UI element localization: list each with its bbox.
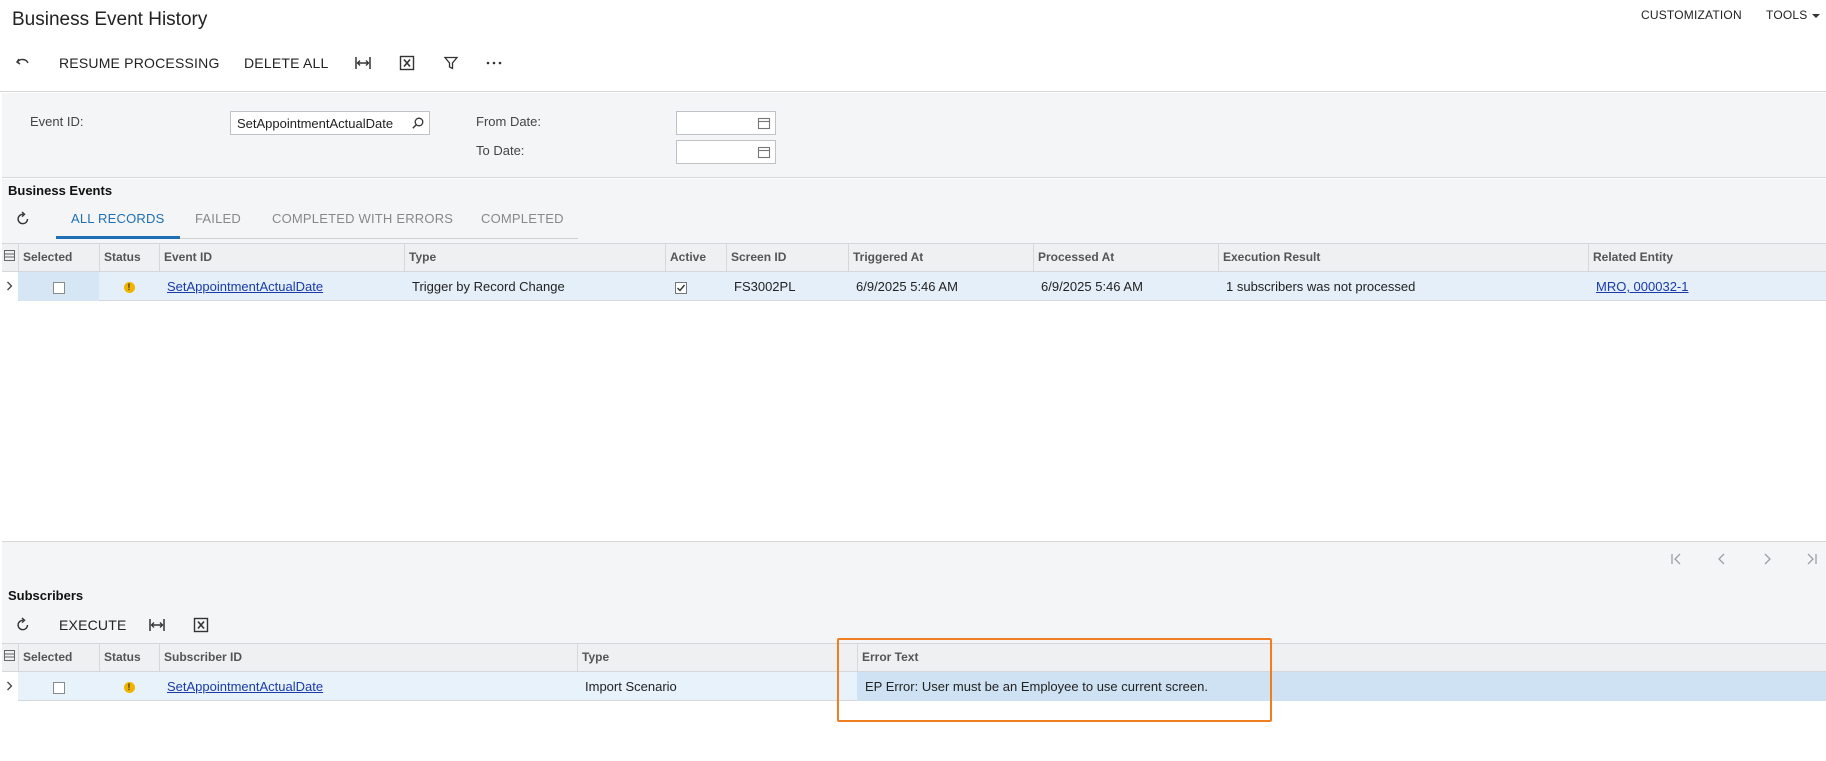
filter-panel: Event ID: SetAppointmentActualDate From … bbox=[2, 93, 1826, 178]
active-checkbox bbox=[665, 272, 726, 301]
execute-button[interactable]: EXECUTE bbox=[59, 617, 127, 633]
triggered-at: 6/9/2025 5:46 AM bbox=[856, 279, 958, 294]
more-options-icon[interactable] bbox=[484, 53, 504, 73]
next-page-icon[interactable] bbox=[1760, 552, 1774, 571]
execution-result: 1 subscribers was not processed bbox=[1226, 279, 1416, 294]
resume-processing-button[interactable]: RESUME PROCESSING bbox=[59, 55, 220, 71]
row-settings-icon[interactable] bbox=[2, 644, 18, 671]
to-date-field[interactable] bbox=[676, 140, 776, 164]
row-select-checkbox[interactable] bbox=[18, 672, 99, 701]
event-id-label: Event ID: bbox=[30, 114, 84, 129]
fit-columns-icon[interactable] bbox=[353, 53, 373, 73]
col-status[interactable]: Status bbox=[99, 644, 159, 671]
col-screen-id[interactable]: Screen ID bbox=[726, 244, 848, 271]
excel-export-icon[interactable] bbox=[191, 615, 211, 635]
col-event-id[interactable]: Event ID bbox=[159, 244, 404, 271]
calendar-icon[interactable] bbox=[757, 145, 771, 162]
subscribers-section bbox=[2, 578, 1826, 643]
delete-all-button[interactable]: DELETE ALL bbox=[244, 55, 329, 71]
subscriber-type: Import Scenario bbox=[585, 679, 677, 694]
table-row[interactable]: ! SetAppointmentActualDate Trigger by Re… bbox=[2, 272, 1826, 301]
pager-bar bbox=[2, 541, 1826, 578]
col-selected[interactable]: Selected bbox=[18, 244, 99, 271]
subscribers-title: Subscribers bbox=[8, 588, 84, 603]
to-date-label: To Date: bbox=[476, 143, 525, 158]
refresh-icon[interactable] bbox=[13, 615, 33, 635]
business-events-title: Business Events bbox=[8, 183, 113, 198]
subscriber-id-link[interactable]: SetAppointmentActualDate bbox=[159, 672, 323, 701]
filter-icon[interactable] bbox=[441, 53, 461, 73]
related-entity-link[interactable]: MRO, 000032-1 bbox=[1588, 272, 1689, 301]
tab-completed-with-errors[interactable]: COMPLETED WITH ERRORS bbox=[272, 211, 453, 226]
col-type[interactable]: Type bbox=[404, 244, 665, 271]
refresh-icon[interactable] bbox=[13, 209, 33, 229]
col-processed-at[interactable]: Processed At bbox=[1033, 244, 1218, 271]
col-execution-result[interactable]: Execution Result bbox=[1218, 244, 1588, 271]
col-status[interactable]: Status bbox=[99, 244, 159, 271]
col-active[interactable]: Active bbox=[665, 244, 726, 271]
tab-failed[interactable]: FAILED bbox=[195, 211, 241, 226]
warning-icon: ! bbox=[99, 272, 159, 301]
active-tab-indicator bbox=[56, 236, 180, 239]
col-type[interactable]: Type bbox=[577, 644, 857, 671]
screen-id: FS3002PL bbox=[734, 279, 796, 294]
event-type: Trigger by Record Change bbox=[412, 279, 565, 294]
col-triggered-at[interactable]: Triggered At bbox=[848, 244, 1033, 271]
excel-export-icon[interactable] bbox=[397, 53, 417, 73]
tab-completed[interactable]: COMPLETED bbox=[481, 211, 564, 226]
tools-label: TOOLS bbox=[1766, 8, 1808, 22]
grid-header: Selected Status Event ID Type Active Scr… bbox=[2, 243, 1826, 272]
last-page-icon[interactable] bbox=[1804, 552, 1818, 571]
event-id-field[interactable]: SetAppointmentActualDate bbox=[230, 111, 430, 135]
page-header: Business Event History CUSTOMIZATION TOO… bbox=[0, 0, 1826, 92]
tools-menu[interactable]: TOOLS bbox=[1766, 8, 1821, 22]
event-id-link[interactable]: SetAppointmentActualDate bbox=[159, 272, 323, 301]
search-icon[interactable] bbox=[411, 116, 425, 133]
business-events-grid: Selected Status Event ID Type Active Scr… bbox=[2, 243, 1826, 541]
processed-at: 6/9/2025 5:46 AM bbox=[1041, 279, 1143, 294]
undo-icon[interactable] bbox=[13, 53, 33, 73]
error-highlight-box bbox=[837, 638, 1272, 722]
tab-all-records[interactable]: ALL RECORDS bbox=[71, 211, 164, 226]
first-page-icon[interactable] bbox=[1670, 552, 1684, 571]
from-date-label: From Date: bbox=[476, 114, 542, 129]
event-id-value: SetAppointmentActualDate bbox=[237, 116, 394, 131]
row-settings-icon[interactable] bbox=[2, 244, 18, 271]
warning-icon: ! bbox=[99, 672, 159, 701]
row-expand-icon[interactable] bbox=[2, 672, 18, 701]
chevron-down-icon bbox=[1812, 13, 1821, 18]
previous-page-icon[interactable] bbox=[1715, 552, 1729, 571]
customization-menu[interactable]: CUSTOMIZATION bbox=[1641, 8, 1742, 22]
col-subscriber-id[interactable]: Subscriber ID bbox=[159, 644, 577, 671]
fit-columns-icon[interactable] bbox=[147, 615, 167, 635]
page-title: Business Event History bbox=[12, 9, 208, 30]
row-select-checkbox[interactable] bbox=[18, 272, 99, 301]
row-expand-icon[interactable] bbox=[2, 272, 18, 301]
calendar-icon[interactable] bbox=[757, 116, 771, 133]
col-selected[interactable]: Selected bbox=[18, 644, 99, 671]
from-date-field[interactable] bbox=[676, 111, 776, 135]
col-related-entity[interactable]: Related Entity bbox=[1588, 244, 1826, 271]
